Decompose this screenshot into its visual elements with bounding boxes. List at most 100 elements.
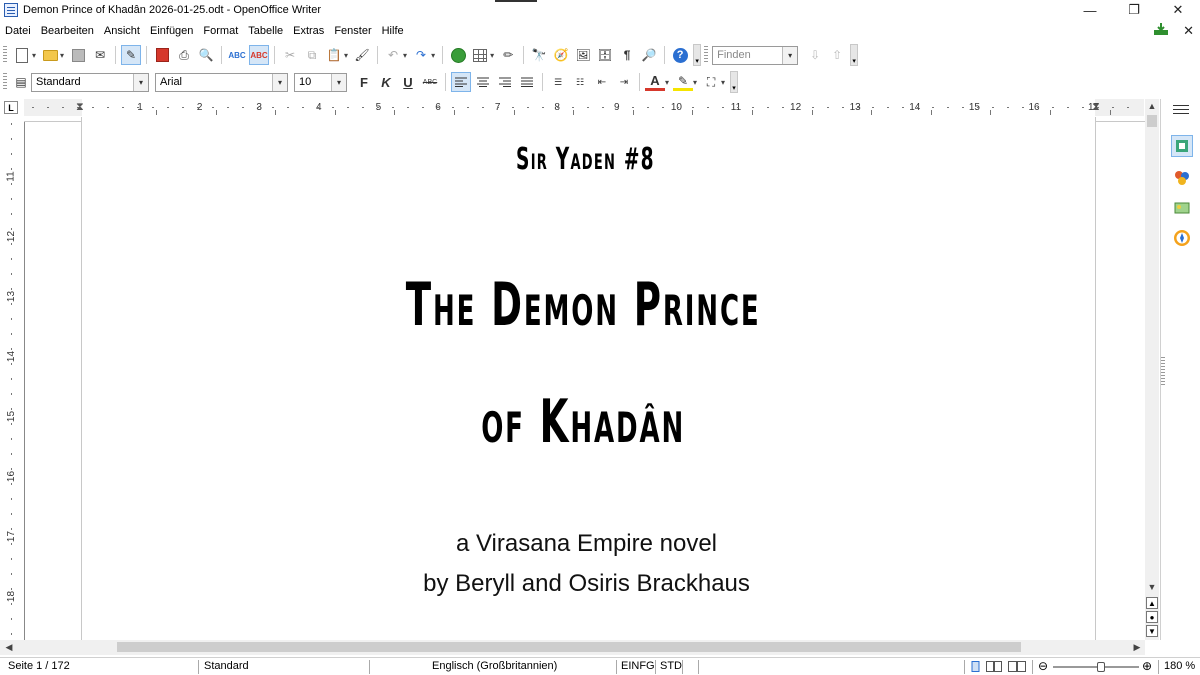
- find-next-icon[interactable]: ⇩: [805, 45, 825, 65]
- align-left-icon[interactable]: [451, 72, 471, 92]
- zoom-icon[interactable]: 🔎: [639, 45, 659, 65]
- table-dropdown-icon[interactable]: ▾: [490, 51, 494, 60]
- redo-icon[interactable]: ↷: [411, 45, 431, 65]
- zoom-in-icon[interactable]: ⊕: [1142, 659, 1152, 673]
- send-mail-icon[interactable]: ✉: [90, 45, 110, 65]
- toolbar-grip[interactable]: [3, 46, 7, 64]
- print-icon[interactable]: ⎙: [174, 45, 194, 65]
- paragraph-style-select[interactable]: Standard ▾: [31, 72, 149, 92]
- horizontal-scrollbar[interactable]: ◀ ▶: [0, 640, 1145, 655]
- menu-datei[interactable]: Datei: [0, 25, 36, 37]
- undo-icon[interactable]: ↶: [383, 45, 403, 65]
- menu-ansicht[interactable]: Ansicht: [99, 25, 145, 37]
- draw-functions-icon[interactable]: ✏: [498, 45, 518, 65]
- close-document-button[interactable]: ✕: [1183, 23, 1194, 39]
- document-canvas[interactable]: Sir Yaden #8 The Demon Prince of Khadân …: [24, 117, 1145, 640]
- spellcheck-icon[interactable]: ABC: [227, 45, 247, 65]
- page-counter[interactable]: Seite 1 / 172: [8, 660, 70, 672]
- undo-dropdown-icon[interactable]: ▾: [403, 51, 407, 60]
- scroll-down-icon[interactable]: ▼: [1145, 580, 1159, 594]
- tab-type-selector[interactable]: L: [4, 101, 18, 114]
- background-color-dropdown-icon[interactable]: ▾: [721, 78, 725, 87]
- sidebar-menu-icon[interactable]: [1173, 105, 1189, 117]
- new-dropdown-icon[interactable]: ▾: [32, 51, 36, 60]
- auto-spellcheck-icon[interactable]: ABC: [249, 45, 270, 65]
- copy-icon[interactable]: ⧉: [302, 45, 322, 65]
- menu-format[interactable]: Format: [198, 25, 243, 37]
- right-indent-marker[interactable]: ⧗: [1092, 101, 1100, 114]
- font-color-dropdown-icon[interactable]: ▾: [665, 78, 669, 87]
- menu-tabelle[interactable]: Tabelle: [243, 25, 288, 37]
- strikethrough-button[interactable]: ABC: [420, 72, 440, 92]
- formatting-marks-icon[interactable]: ¶: [617, 45, 637, 65]
- font-name-dropdown-icon[interactable]: ▾: [272, 73, 287, 91]
- navigation-object-icon[interactable]: ●: [1146, 611, 1158, 623]
- bullets-icon[interactable]: ☷: [570, 72, 590, 92]
- selection-mode[interactable]: STD: [660, 660, 682, 672]
- redo-dropdown-icon[interactable]: ▾: [431, 51, 435, 60]
- vertical-scroll-thumb[interactable]: [1147, 115, 1157, 127]
- next-page-icon[interactable]: ▼: [1146, 625, 1158, 637]
- menu-fenster[interactable]: Fenster: [329, 25, 376, 37]
- background-color-icon[interactable]: ⛶: [701, 72, 721, 92]
- book-view-icon[interactable]: [1008, 661, 1026, 675]
- page-style[interactable]: Standard: [204, 660, 249, 672]
- find-replace-icon[interactable]: 🔭: [529, 45, 549, 65]
- find-input[interactable]: Finden ▾: [712, 45, 799, 65]
- single-page-view-icon[interactable]: [970, 661, 981, 675]
- font-color-icon[interactable]: A: [645, 73, 665, 91]
- scroll-right-icon[interactable]: ▶: [1130, 640, 1144, 655]
- update-download-icon[interactable]: [1153, 22, 1169, 39]
- help-icon[interactable]: ?: [670, 45, 690, 65]
- find-dropdown-icon[interactable]: ▾: [782, 46, 798, 64]
- open-folder-icon[interactable]: [40, 45, 60, 65]
- increase-indent-icon[interactable]: ⇥: [614, 72, 634, 92]
- insert-mode[interactable]: EINFG: [621, 660, 655, 672]
- toolbar-overflow-icon[interactable]: ▾: [693, 44, 702, 66]
- cut-icon[interactable]: ✂: [280, 45, 300, 65]
- menu-hilfe[interactable]: Hilfe: [377, 25, 409, 37]
- navigator-sidebar-icon[interactable]: [1171, 227, 1193, 249]
- find-toolbar-grip[interactable]: [704, 46, 709, 64]
- menu-extras[interactable]: Extras: [288, 25, 329, 37]
- vertical-scrollbar[interactable]: ▲ ▼ ▲ ● ▼: [1145, 99, 1159, 640]
- scroll-up-icon[interactable]: ▲: [1145, 99, 1159, 113]
- highlight-dropdown-icon[interactable]: ▾: [693, 78, 697, 87]
- properties-icon[interactable]: [1171, 135, 1193, 157]
- gallery-sidebar-icon[interactable]: [1171, 197, 1193, 219]
- highlight-icon[interactable]: ✎: [673, 73, 694, 91]
- italic-button[interactable]: K: [376, 72, 396, 92]
- decrease-indent-icon[interactable]: ⇤: [592, 72, 612, 92]
- save-icon[interactable]: [68, 45, 88, 65]
- close-window-button[interactable]: ✕: [1156, 0, 1200, 20]
- horizontal-ruler[interactable]: L 1234567891011121314151617 ⧗ ⧗: [0, 99, 1145, 116]
- edit-mode-icon[interactable]: ✎: [121, 45, 142, 65]
- zoom-slider-track[interactable]: [1053, 666, 1139, 668]
- zoom-slider-knob[interactable]: [1097, 662, 1105, 672]
- font-name-select[interactable]: Arial ▾: [155, 72, 288, 92]
- open-dropdown-icon[interactable]: ▾: [60, 51, 64, 60]
- minimize-button[interactable]: —: [1068, 0, 1112, 20]
- justify-icon[interactable]: [517, 72, 537, 92]
- toolbar-grip[interactable]: [3, 73, 7, 91]
- vertical-ruler[interactable]: 11 12 13 14 15 16 17 18: [0, 117, 24, 640]
- print-preview-icon[interactable]: 🔍: [196, 45, 216, 65]
- font-size-select[interactable]: 10 ▾: [294, 72, 347, 92]
- export-pdf-icon[interactable]: [152, 45, 172, 65]
- zoom-out-icon[interactable]: ⊖: [1038, 659, 1048, 673]
- underline-button[interactable]: U: [398, 72, 418, 92]
- numbering-icon[interactable]: ☰: [548, 72, 568, 92]
- left-indent-marker[interactable]: ⧗: [76, 101, 84, 114]
- navigator-icon[interactable]: 🧭: [551, 45, 571, 65]
- previous-page-icon[interactable]: ▲: [1146, 597, 1158, 609]
- align-center-icon[interactable]: [473, 72, 493, 92]
- horizontal-scroll-thumb[interactable]: [117, 642, 1021, 652]
- paragraph-style-dropdown-icon[interactable]: ▾: [133, 73, 148, 91]
- bold-button[interactable]: F: [354, 72, 374, 92]
- align-right-icon[interactable]: [495, 72, 515, 92]
- language-indicator[interactable]: Englisch (Großbritannien): [432, 660, 557, 672]
- sidebar-grip[interactable]: [1161, 357, 1165, 387]
- restore-button[interactable]: ❐: [1112, 0, 1156, 20]
- find-toolbar-overflow-icon[interactable]: ▾: [850, 44, 859, 66]
- gallery-icon[interactable]: 🖼: [573, 45, 593, 65]
